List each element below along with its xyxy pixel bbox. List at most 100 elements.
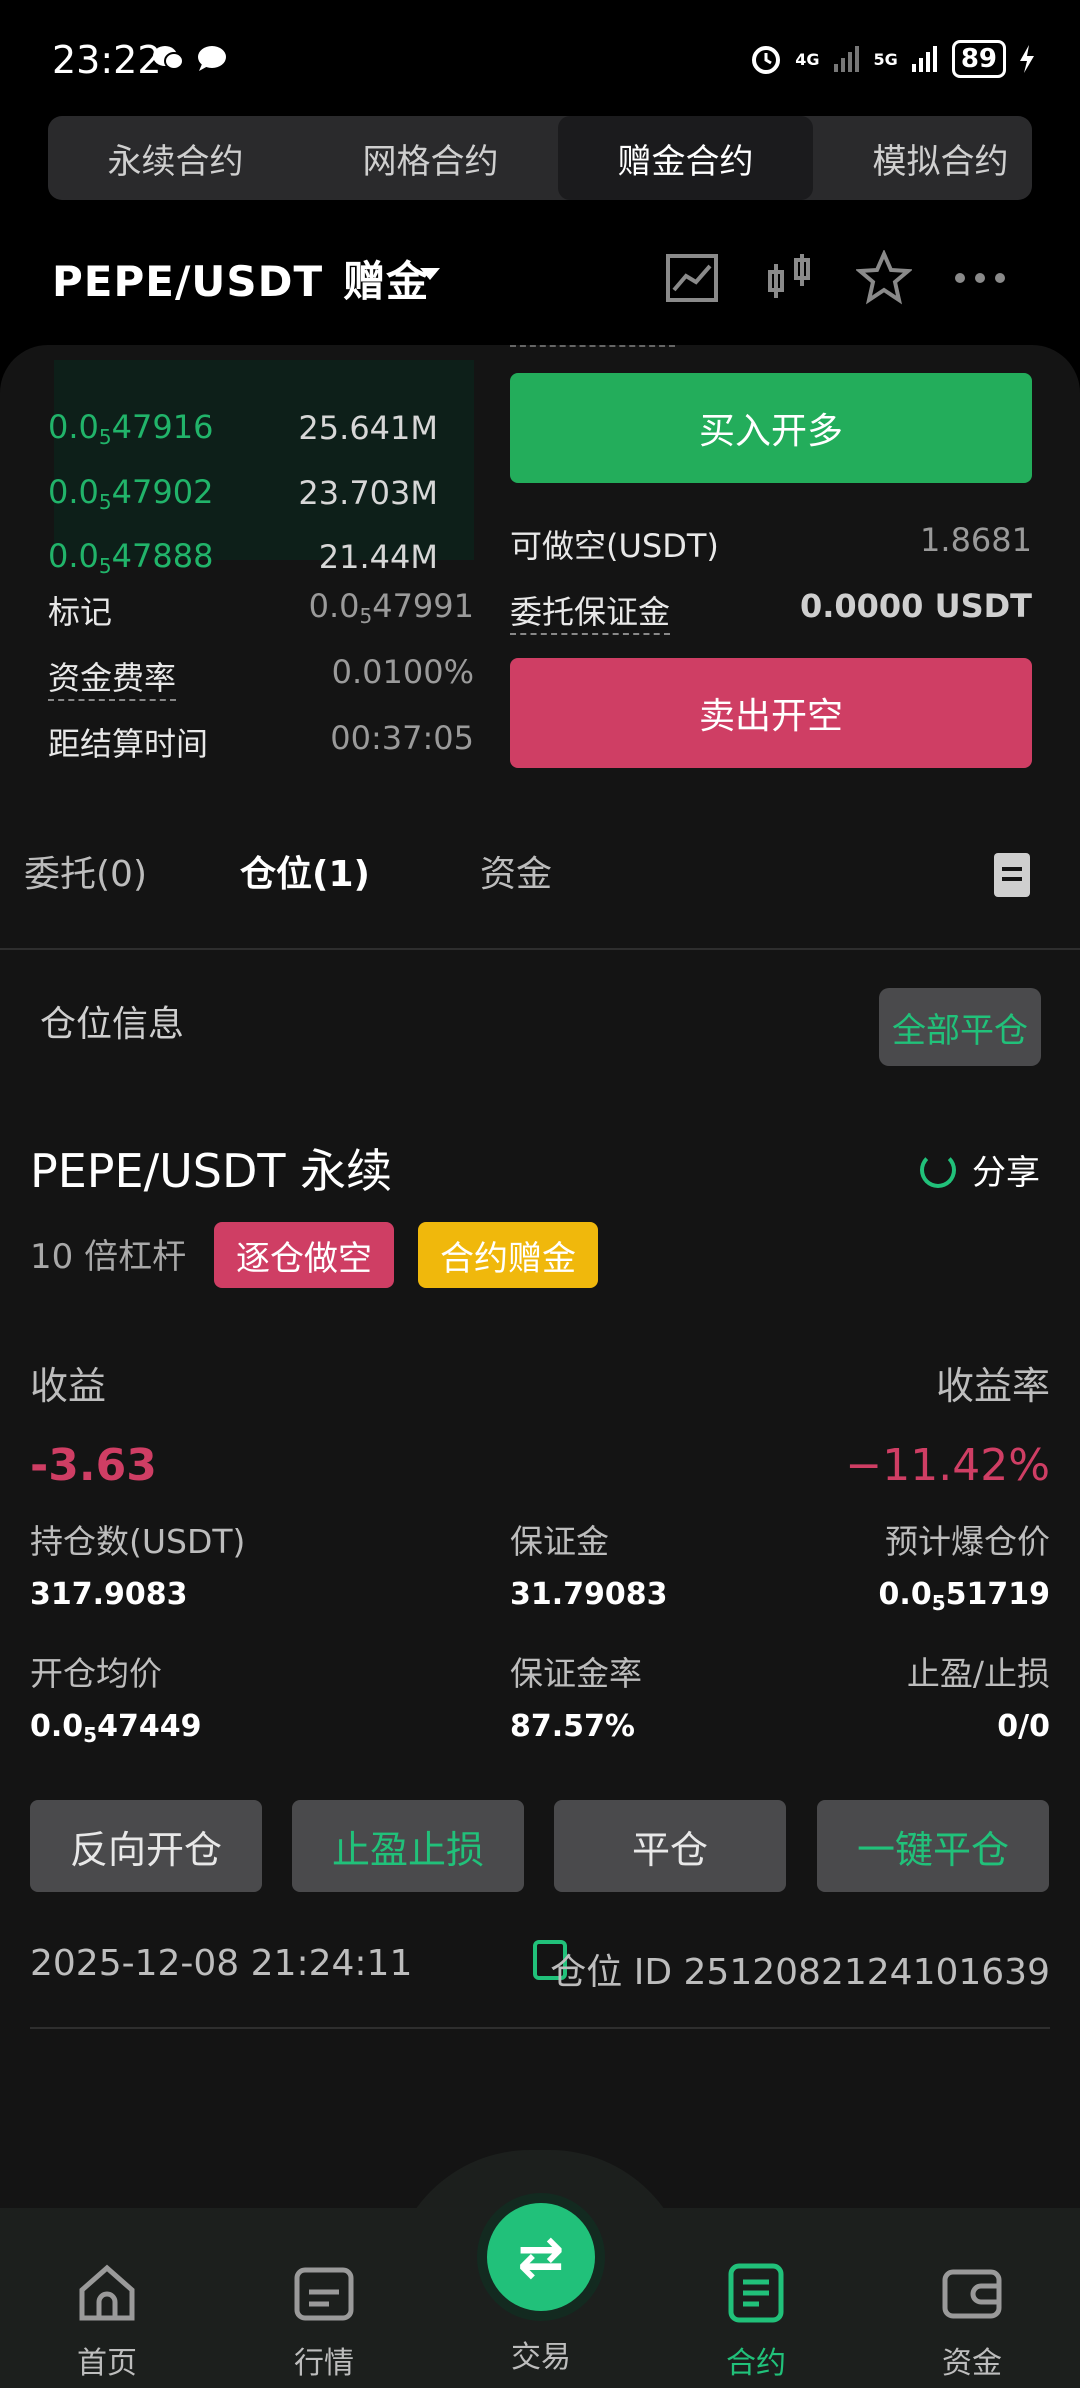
nav-markets[interactable]: 行情: [259, 2262, 389, 2382]
mark-value: 0.0547991: [308, 587, 474, 628]
position-id: 仓位 ID 2512082124101639: [550, 1952, 1050, 1993]
funding-label: 资金费率: [48, 653, 177, 701]
order-price: 0.0547916: [48, 407, 214, 449]
chart-icon[interactable]: [664, 250, 720, 306]
position-section-title: 仓位信息: [40, 1004, 185, 1045]
order-price: 0.0547888: [48, 536, 214, 578]
order-book-row[interactable]: 0.0547916 25.641M: [48, 398, 478, 458]
tab-bonus[interactable]: 赠金合约: [558, 116, 813, 200]
pair-tag: 赠金: [343, 257, 430, 306]
funding-rate-row[interactable]: 资金费率 0.0100%: [48, 653, 474, 701]
divider: [510, 345, 675, 347]
tab-grid[interactable]: 网格合约: [303, 116, 558, 200]
tab-perpetual[interactable]: 永续合约: [48, 116, 303, 200]
order-size: 25.641M: [298, 409, 438, 447]
close-all-button[interactable]: 全部平仓: [879, 988, 1041, 1066]
tab-positions[interactable]: 仓位(1): [240, 845, 370, 897]
short-available-label: 可做空(USDT): [510, 527, 719, 565]
margin-value: 31.79083: [510, 1577, 668, 1612]
tpsl-button[interactable]: 止盈止损: [292, 1800, 524, 1892]
contract-icon: [728, 2263, 784, 2323]
order-size: 23.703M: [298, 474, 438, 512]
close-position-button[interactable]: 平仓: [554, 1800, 786, 1892]
mark-price-row: 标记 0.0547991: [48, 587, 474, 633]
size-label: 持仓数(USDT): [30, 1522, 246, 1561]
pair-header: PEPE/USDT 赠金: [0, 230, 1080, 320]
more-icon[interactable]: [952, 250, 1008, 306]
candlestick-icon[interactable]: [762, 250, 818, 306]
margin-rate-value: 87.57%: [510, 1709, 635, 1744]
nav-home[interactable]: 首页: [42, 2262, 172, 2382]
share-button[interactable]: 分享: [920, 1145, 1040, 1194]
status-time: 23:22: [52, 38, 162, 82]
isolated-short-badge: 逐仓做空: [214, 1222, 394, 1288]
divider: [0, 948, 1080, 950]
wechat-icon: [153, 46, 184, 70]
nav-label: 合约: [726, 2346, 786, 2381]
settle-value: 00:37:05: [330, 719, 474, 757]
nav-contracts[interactable]: 合约: [691, 2262, 821, 2382]
share-icon: [920, 1151, 956, 1188]
order-size: 21.44M: [318, 538, 438, 576]
order-book-row[interactable]: 0.0547888 21.44M: [48, 527, 478, 587]
status-icons: 4G 5G 89: [749, 40, 1036, 78]
contract-type-tabs: 永续合约 网格合约 赠金合约 模拟合约: [48, 116, 1032, 200]
home-icon: [79, 2264, 135, 2321]
pair-name: PEPE/USDT: [52, 257, 324, 306]
buy-long-button[interactable]: 买入开多: [510, 373, 1032, 483]
pair-selector[interactable]: PEPE/USDT 赠金: [52, 248, 429, 309]
leverage-label: 10 倍杠杆: [30, 1237, 187, 1277]
tpsl-value: 0/0: [997, 1709, 1050, 1744]
divider: [30, 2027, 1050, 2029]
share-label: 分享: [972, 1153, 1040, 1193]
tab-demo[interactable]: 模拟合约: [813, 116, 1032, 200]
nav-trade-label[interactable]: 交易: [476, 2332, 606, 2376]
battery-icon: 89: [951, 40, 1006, 78]
pnl-rate-value: −11.42%: [845, 1440, 1050, 1491]
margin-label: 保证金: [510, 1522, 609, 1561]
order-price: 0.0547902: [48, 472, 214, 514]
settle-label: 距结算时间: [48, 725, 209, 763]
liquidation-label: 预计爆仓价: [885, 1522, 1050, 1561]
quick-close-button[interactable]: 一键平仓: [817, 1800, 1049, 1892]
pnl-rate-label: 收益率: [935, 1364, 1050, 1408]
network-4g-label: 4G: [795, 49, 820, 69]
message-icon: [198, 46, 226, 71]
order-margin-value: 0.0000 USDT: [799, 587, 1032, 625]
tab-assets[interactable]: 资金: [480, 845, 552, 897]
bonus-badge: 合约赠金: [418, 1222, 598, 1288]
size-value: 317.9083: [30, 1577, 188, 1612]
settlement-row: 距结算时间 00:37:05: [48, 719, 474, 765]
reverse-position-button[interactable]: 反向开仓: [30, 1800, 262, 1892]
nav-assets[interactable]: 资金: [907, 2262, 1037, 2382]
sell-short-button[interactable]: 卖出开空: [510, 658, 1032, 768]
liquidation-value: 0.0551719: [878, 1577, 1050, 1615]
nav-label: 行情: [294, 2346, 354, 2381]
order-book-row[interactable]: 0.0547902 23.703M: [48, 463, 478, 523]
swap-icon[interactable]: ⇄: [487, 2203, 595, 2311]
mark-label: 标记: [48, 593, 113, 631]
signal-icon: [833, 46, 859, 72]
entry-price-value: 0.0547449: [30, 1709, 202, 1747]
chevron-down-icon[interactable]: [420, 268, 440, 280]
star-icon[interactable]: [856, 250, 912, 306]
contract-name: PEPE/USDT 永续: [30, 1144, 393, 1198]
wallet-icon: [942, 2269, 1002, 2319]
charging-icon: [1020, 45, 1034, 73]
tab-orders[interactable]: 委托(0): [24, 845, 147, 897]
pnl-value: -3.63: [30, 1440, 157, 1491]
order-margin-label: 委托保证金: [510, 587, 671, 635]
short-available-value: 1.8681: [920, 521, 1032, 559]
trading-panel: 0.0547916 25.641M 0.0547902 23.703M 0.05…: [0, 345, 1080, 2225]
order-margin-row[interactable]: 委托保证金 0.0000 USDT: [510, 587, 1032, 635]
network-5g-label: 5G: [873, 49, 898, 69]
document-icon[interactable]: [994, 853, 1030, 897]
position-timestamp: 2025-12-08 21:24:11: [30, 1943, 413, 1984]
short-available-row: 可做空(USDT) 1.8681: [510, 521, 1032, 567]
markets-icon: [294, 2267, 354, 2321]
nav-label: 资金: [942, 2346, 1002, 2381]
margin-rate-label: 保证金率: [510, 1654, 642, 1693]
tpsl-label: 止盈/止损: [906, 1654, 1050, 1693]
pnl-label: 收益: [30, 1364, 107, 1408]
position-tabs: 委托(0) 仓位(1) 资金: [0, 845, 1080, 945]
